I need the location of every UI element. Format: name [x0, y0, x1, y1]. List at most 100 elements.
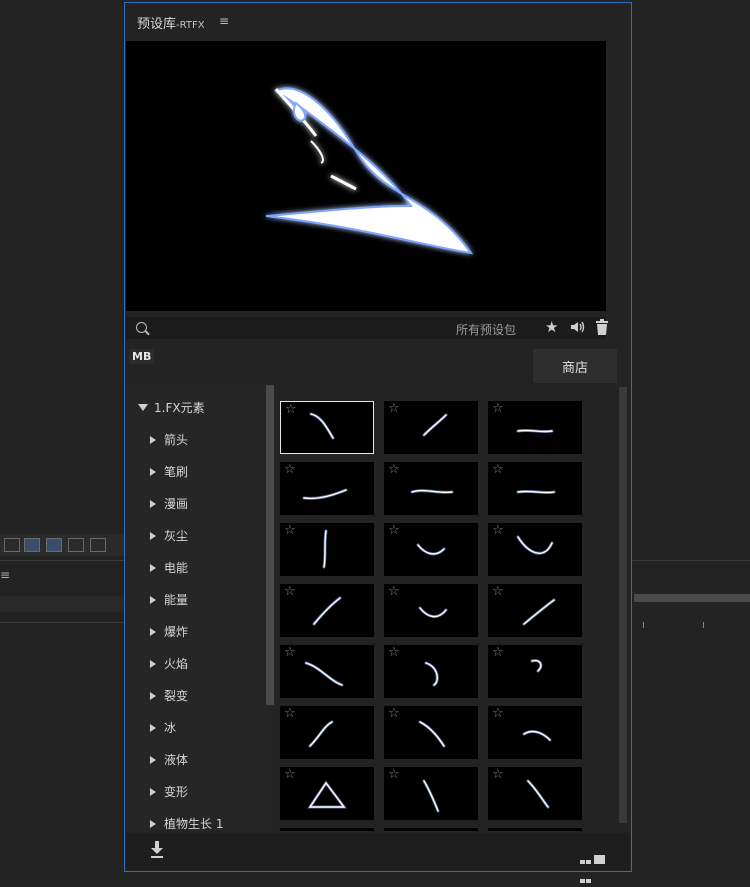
preset-thumbnail[interactable]: ☆ — [384, 645, 478, 698]
preset-thumbnail[interactable]: ☆ — [384, 767, 478, 820]
download-icon[interactable] — [150, 841, 164, 859]
preset-thumbnail[interactable]: ☆ — [280, 523, 374, 576]
tree-item[interactable]: 冰 — [150, 719, 176, 736]
preset-thumbnail[interactable] — [384, 828, 478, 831]
preset-thumbnail[interactable]: ☆ — [280, 767, 374, 820]
preset-thumbnail[interactable]: ☆ — [384, 401, 478, 454]
preset-thumbnail[interactable] — [280, 828, 374, 831]
store-button[interactable]: 商店 — [533, 349, 617, 383]
star-outline-icon[interactable]: ☆ — [388, 463, 400, 477]
collapse-triangle-icon[interactable] — [150, 500, 156, 508]
collapse-triangle-icon[interactable] — [150, 788, 156, 796]
panel-title-bar: 预设库-RTFX ≡ — [125, 3, 631, 39]
preview-window — [126, 41, 606, 311]
star-outline-icon[interactable]: ☆ — [284, 524, 296, 538]
star-outline-icon[interactable]: ☆ — [284, 585, 296, 599]
collapse-triangle-icon[interactable] — [150, 820, 156, 828]
star-outline-icon[interactable]: ☆ — [285, 403, 297, 417]
star-outline-icon[interactable]: ☆ — [284, 646, 296, 660]
preset-thumbnail[interactable]: ☆ — [384, 523, 478, 576]
preset-thumbnail[interactable]: ☆ — [280, 706, 374, 759]
category-scrollbar[interactable] — [266, 385, 274, 705]
host-toolbar-icon[interactable] — [68, 538, 84, 552]
tree-item[interactable]: 爆炸 — [150, 623, 188, 640]
tree-item[interactable]: 植物生长 1 — [150, 815, 223, 832]
tree-item[interactable]: 箭头 — [150, 431, 188, 448]
star-outline-icon[interactable]: ☆ — [492, 524, 504, 538]
star-outline-icon[interactable]: ☆ — [284, 463, 296, 477]
star-outline-icon[interactable]: ☆ — [388, 707, 400, 721]
preset-thumbnail[interactable]: ☆ — [488, 706, 582, 759]
star-outline-icon[interactable]: ☆ — [284, 768, 296, 782]
preset-thumbnail[interactable]: ☆ — [488, 645, 582, 698]
hamburger-icon[interactable]: ≡ — [219, 14, 229, 28]
tree-item[interactable]: 变形 — [150, 783, 188, 800]
collapse-triangle-icon[interactable] — [150, 756, 156, 764]
host-timeline-bar[interactable] — [634, 594, 750, 602]
star-outline-icon[interactable]: ☆ — [492, 768, 504, 782]
preset-thumbnail[interactable]: ☆ — [488, 523, 582, 576]
speaker-icon[interactable] — [569, 319, 585, 335]
preset-thumbnail[interactable]: ☆ — [280, 462, 374, 515]
host-toolbar-icon[interactable] — [24, 538, 40, 552]
tree-root-item[interactable]: 1.FX元素 — [138, 399, 205, 416]
star-outline-icon[interactable]: ☆ — [388, 585, 400, 599]
star-outline-icon[interactable]: ☆ — [492, 463, 504, 477]
host-divider — [0, 560, 125, 561]
star-outline-icon[interactable]: ☆ — [388, 768, 400, 782]
search-icon — [136, 322, 147, 333]
host-tick — [643, 622, 644, 628]
tree-item[interactable]: 液体 — [150, 751, 188, 768]
collapse-triangle-icon[interactable] — [150, 596, 156, 604]
collapse-triangle-icon[interactable] — [150, 692, 156, 700]
collapse-triangle-icon[interactable] — [150, 564, 156, 572]
preset-thumbnail[interactable]: ☆ — [384, 462, 478, 515]
star-outline-icon[interactable]: ☆ — [492, 707, 504, 721]
collapse-triangle-icon[interactable] — [150, 532, 156, 540]
collapse-triangle-icon[interactable] — [150, 628, 156, 636]
tree-item[interactable]: 漫画 — [150, 495, 188, 512]
star-icon[interactable]: ★ — [545, 319, 558, 335]
collapse-triangle-icon[interactable] — [150, 660, 156, 668]
star-outline-icon[interactable]: ☆ — [284, 707, 296, 721]
preset-thumbnail[interactable]: ☆ — [488, 584, 582, 637]
star-outline-icon[interactable]: ☆ — [492, 402, 504, 416]
preset-thumbnail[interactable]: ☆ — [280, 645, 374, 698]
preset-thumbnail[interactable]: ☆ — [384, 584, 478, 637]
preset-pack-selector[interactable]: 所有预设包 — [456, 321, 516, 338]
star-outline-icon[interactable]: ☆ — [492, 646, 504, 660]
preset-thumbnail[interactable]: ☆ — [280, 401, 374, 454]
trash-icon[interactable] — [595, 319, 609, 335]
star-outline-icon[interactable]: ☆ — [388, 646, 400, 660]
host-menu-icon[interactable]: ≡ — [0, 569, 10, 581]
panel-title: 预设库-RTFX — [137, 17, 205, 32]
collapse-triangle-icon[interactable] — [150, 436, 156, 444]
host-toolbar-icon[interactable] — [90, 538, 106, 552]
tree-item[interactable]: 火焰 — [150, 655, 188, 672]
preset-thumbnail[interactable]: ☆ — [384, 706, 478, 759]
host-tick — [703, 622, 704, 628]
host-toolbar-icon[interactable] — [46, 538, 62, 552]
tree-item[interactable]: 裂变 — [150, 687, 188, 704]
large-view-icon[interactable] — [594, 849, 605, 868]
search-input[interactable] — [152, 319, 456, 339]
star-outline-icon[interactable]: ☆ — [388, 402, 400, 416]
expand-triangle-icon[interactable] — [138, 404, 148, 411]
collapse-triangle-icon[interactable] — [150, 724, 156, 732]
star-outline-icon[interactable]: ☆ — [492, 585, 504, 599]
collapse-triangle-icon[interactable] — [150, 468, 156, 476]
tree-item[interactable]: 电能 — [150, 559, 188, 576]
preset-thumbnail[interactable]: ☆ — [488, 767, 582, 820]
grid-scrollbar[interactable] — [619, 387, 627, 823]
grid-view-icon[interactable] — [580, 849, 591, 887]
tree-item[interactable]: 笔刷 — [150, 463, 188, 480]
host-toolbar-icon[interactable] — [4, 538, 20, 552]
preset-thumbnail[interactable]: ☆ — [280, 584, 374, 637]
tree-item[interactable]: 灰尘 — [150, 527, 188, 544]
tree-item[interactable]: 能量 — [150, 591, 188, 608]
host-divider — [0, 622, 125, 623]
preset-thumbnail[interactable]: ☆ — [488, 462, 582, 515]
star-outline-icon[interactable]: ☆ — [388, 524, 400, 538]
preset-thumbnail[interactable]: ☆ — [488, 401, 582, 454]
preset-thumbnail[interactable] — [488, 828, 582, 831]
